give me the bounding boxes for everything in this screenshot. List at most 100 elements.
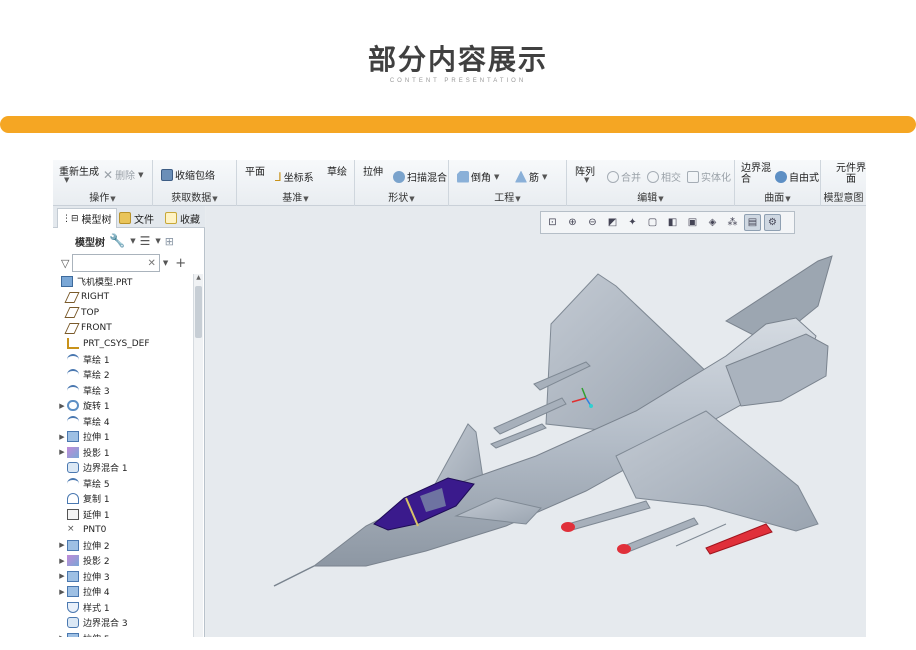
show-icon[interactable]: ☰ xyxy=(140,234,151,248)
tree-item[interactable]: ▶ 投影 1 xyxy=(57,445,110,460)
component-interface-button[interactable]: 元件界面 xyxy=(835,163,866,185)
add-filter-icon[interactable]: + xyxy=(175,256,186,271)
tree-item[interactable]: 草绘 2 xyxy=(57,367,110,382)
tree-item[interactable]: 边界混合 1 xyxy=(57,460,128,475)
tree-item[interactable]: 草绘 3 xyxy=(57,383,110,398)
project-icon xyxy=(67,446,79,458)
panel-tabs: ⋮⊟ 模型树 文件 收藏 xyxy=(53,206,205,228)
expand-arrow-icon[interactable]: ▶ xyxy=(57,448,67,456)
tree-item[interactable]: ▶ 拉伸 4 xyxy=(57,584,110,599)
favorites-icon xyxy=(165,212,177,224)
extrude-icon xyxy=(67,632,79,637)
tree-item[interactable]: 样式 1 xyxy=(57,600,110,615)
expand-arrow-icon[interactable]: ▶ xyxy=(57,541,67,549)
scroll-thumb[interactable] xyxy=(195,286,202,338)
tree-item[interactable]: 边界混合 3 xyxy=(57,615,128,630)
tree-item-label: RIGHT xyxy=(81,292,110,302)
tree-item-label: 草绘 5 xyxy=(83,479,110,490)
tree-item-label: 拉伸 3 xyxy=(83,572,110,583)
solidify-button[interactable]: 实体化 xyxy=(687,169,731,184)
tree-item[interactable]: × PNT0 xyxy=(57,522,106,537)
page-subtitle: CONTENT PRESENTATION xyxy=(389,78,527,84)
expand-arrow-icon[interactable]: ▶ xyxy=(57,433,67,441)
model-tree: 飞机模型.PRT RIGHT TOP FRONT PRT_CSYS_DEF 草绘 1 草绘 … xyxy=(53,274,193,637)
tree-item-label: FRONT xyxy=(81,323,112,333)
ribbon-group-get-data: 收缩包络 获取数据▼ xyxy=(153,160,237,206)
tree-settings-icon[interactable]: 🔧 xyxy=(109,234,125,249)
solidify-icon xyxy=(687,170,699,183)
expand-arrow-icon[interactable]: ▶ xyxy=(57,557,67,565)
aircraft-model[interactable] xyxy=(206,206,866,637)
csys-button[interactable]: ⅃ 坐标系 xyxy=(275,169,314,185)
intersect-icon xyxy=(647,170,659,183)
tree-item[interactable]: ▶ 拉伸 5 xyxy=(57,631,110,637)
swept-blend-button[interactable]: 扫描混合 xyxy=(393,169,447,184)
ribbon-group-label: 工程▼ xyxy=(494,193,521,204)
tab-folder[interactable]: 文件 xyxy=(115,208,158,228)
tree-item[interactable]: ▶ 拉伸 3 xyxy=(57,569,110,584)
tree-item[interactable]: 飞机模型.PRT xyxy=(61,274,132,289)
regenerate-dropdown-icon[interactable]: ▼ xyxy=(63,176,69,184)
expand-arrow-icon[interactable]: ▶ xyxy=(57,588,67,596)
tree-item[interactable]: 草绘 5 xyxy=(57,476,110,491)
merge-icon xyxy=(607,170,619,183)
boundary-blend-button[interactable]: 边界混合 xyxy=(741,163,775,185)
tree-item[interactable]: TOP xyxy=(57,305,99,320)
search-dropdown-icon[interactable]: ▼ xyxy=(163,259,168,267)
delete-button[interactable]: ✕ 删除 ▼ xyxy=(103,167,143,183)
tree-item[interactable]: 复制 1 xyxy=(57,491,110,506)
tree-item[interactable]: FRONT xyxy=(57,321,112,336)
extrude-button[interactable]: 拉伸 xyxy=(363,163,383,178)
tree-item[interactable]: 草绘 1 xyxy=(57,352,110,367)
scroll-up-icon[interactable]: ▲ xyxy=(194,274,203,281)
tree-item-label: 样式 1 xyxy=(83,603,110,614)
intersect-button[interactable]: 相交 xyxy=(647,169,681,184)
plane-button[interactable]: 平面 xyxy=(245,163,265,178)
tree-item[interactable]: 草绘 4 xyxy=(57,414,110,429)
pattern-dropdown-icon[interactable]: ▼ xyxy=(583,176,589,184)
clear-icon[interactable]: ✕ xyxy=(147,258,155,269)
merge-button[interactable]: 合并 xyxy=(607,169,641,184)
tree-item-label: 草绘 3 xyxy=(83,386,110,397)
expand-arrow-icon[interactable]: ▶ xyxy=(57,402,67,410)
tree-item[interactable]: ▶ 拉伸 2 xyxy=(57,538,110,553)
filter-icon[interactable]: ▽ xyxy=(61,257,69,270)
page-title: 部分内容展示 xyxy=(367,43,548,76)
model-tree-toolbar: 模型树 🔧 ▼ ☰ ▼ ⊞ xyxy=(75,233,174,249)
tree-item[interactable]: 延伸 1 xyxy=(57,507,110,522)
sketch-icon xyxy=(67,369,79,380)
extrude-icon xyxy=(67,586,79,597)
chamfer-button[interactable]: 倒角 ▼ xyxy=(457,169,499,184)
delete-icon: ✕ xyxy=(103,167,114,182)
tab-favorites[interactable]: 收藏 xyxy=(161,208,204,228)
rib-icon xyxy=(515,170,527,183)
tree-item[interactable]: ▶ 拉伸 1 xyxy=(57,429,110,444)
ribbon-group-model-intent: 元件界面 模型意图 xyxy=(821,160,867,206)
sketch-button[interactable]: 草绘 xyxy=(327,163,347,178)
accent-bar xyxy=(0,116,916,133)
tree-item[interactable]: ▶ 投影 2 xyxy=(57,553,110,568)
expand-arrow-icon[interactable]: ▶ xyxy=(57,634,67,637)
swept-blend-icon xyxy=(393,170,405,183)
tree-item-label: 拉伸 1 xyxy=(83,433,110,443)
tree-filter-icon[interactable]: ⊞ xyxy=(165,235,174,248)
tab-model-tree[interactable]: ⋮⊟ 模型树 xyxy=(57,208,117,228)
tree-scrollbar[interactable]: ▲ xyxy=(193,274,203,637)
freestyle-icon xyxy=(775,170,787,183)
ribbon-group-label: 编辑▼ xyxy=(637,193,664,204)
freestyle-button[interactable]: 自由式 xyxy=(775,169,819,184)
shrinkwrap-button[interactable]: 收缩包络 xyxy=(161,167,215,182)
expand-arrow-icon[interactable]: ▶ xyxy=(57,572,67,580)
tree-item[interactable]: ▶ 旋转 1 xyxy=(57,398,110,413)
rib-button[interactable]: 筋 ▼ xyxy=(515,169,547,184)
tree-item-label: TOP xyxy=(81,307,100,318)
graphics-viewport[interactable]: ⊡ ⊕ ⊖ ◩ ✦ ▢ ◧ ▣ ◈ ⁂ ▤ ⚙ xyxy=(206,206,866,637)
csys-icon: ⅃ xyxy=(275,169,282,184)
style-icon xyxy=(67,601,79,613)
ribbon-group-shapes: 拉伸 扫描混合 形状▼ xyxy=(355,160,449,206)
tree-item[interactable]: RIGHT xyxy=(57,290,109,305)
ribbon-group-label: 获取数据▼ xyxy=(171,193,218,204)
tree-item[interactable]: PRT_CSYS_DEF xyxy=(57,336,150,351)
pitot-probe xyxy=(273,565,315,587)
chamfer-icon xyxy=(457,170,469,183)
